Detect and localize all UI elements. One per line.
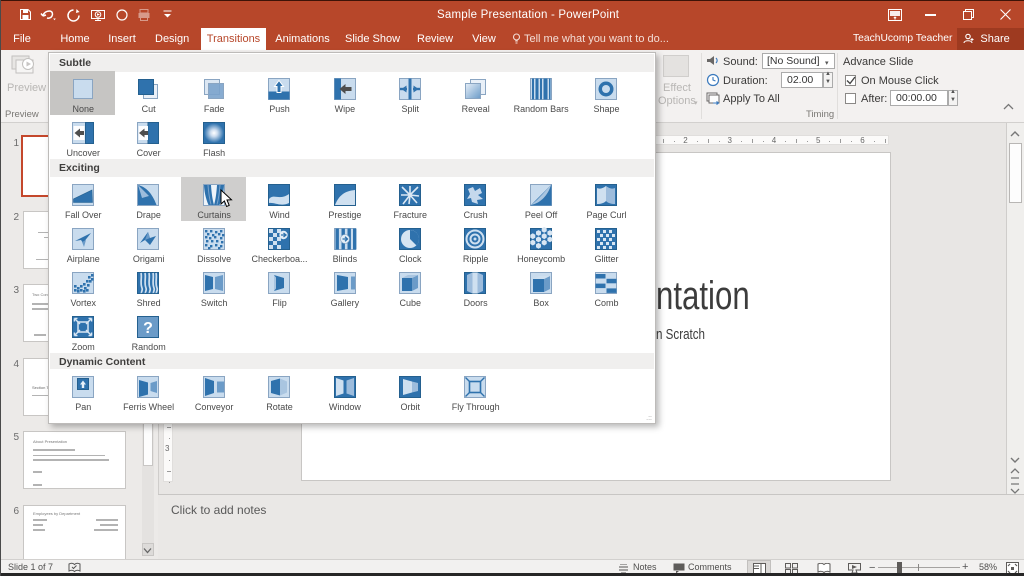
svg-text:?: ? <box>144 320 154 337</box>
